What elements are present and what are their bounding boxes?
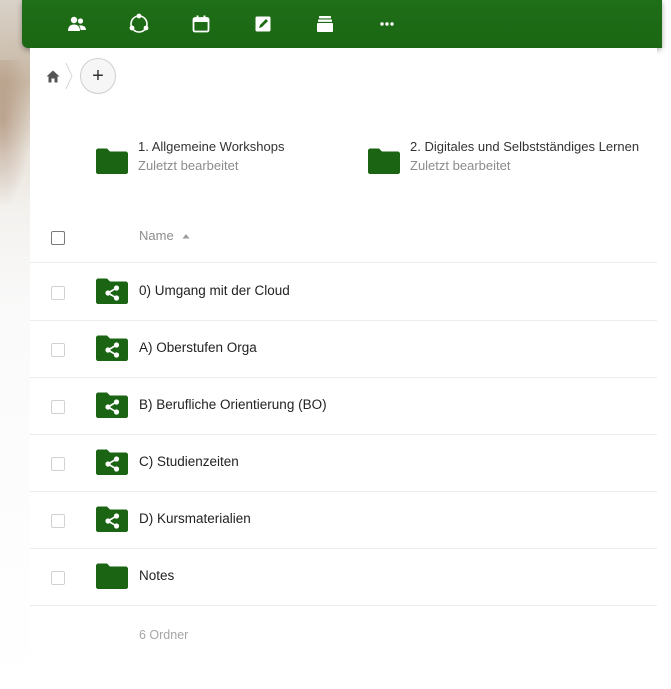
row-checkbox[interactable] xyxy=(51,571,65,585)
table-row[interactable]: 0) Umgang mit der Cloud xyxy=(30,264,657,321)
table-row[interactable]: B) Berufliche Orientierung (BO) xyxy=(30,378,657,435)
row-checkbox[interactable] xyxy=(51,343,65,357)
table-row[interactable]: A) Oberstufen Orga xyxy=(30,321,657,378)
sort-ascending-icon xyxy=(182,232,190,240)
background-photo xyxy=(0,0,30,689)
file-name[interactable]: Notes xyxy=(139,568,174,583)
folder-icon xyxy=(368,148,400,174)
folder-icon xyxy=(96,563,128,589)
files-panel: + 1. Allgemeine Workshops Zuletzt bearbe… xyxy=(30,48,657,689)
new-button[interactable]: + xyxy=(80,58,116,94)
file-name[interactable]: A) Oberstufen Orga xyxy=(139,340,257,355)
row-checkbox[interactable] xyxy=(51,286,65,300)
recent-item-subtitle: Zuletzt bearbeitet xyxy=(138,158,239,173)
file-list: 0) Umgang mit der Cloud A) Oberstufen Or… xyxy=(30,264,657,606)
app-navigation xyxy=(46,0,418,48)
file-name[interactable]: 0) Umgang mit der Cloud xyxy=(139,283,290,298)
row-checkbox[interactable] xyxy=(51,514,65,528)
column-name-header[interactable]: Name xyxy=(139,228,190,243)
shared-folder-icon xyxy=(96,449,128,475)
recent-item-subtitle: Zuletzt bearbeitet xyxy=(410,158,511,173)
right-edge-fade xyxy=(657,48,671,689)
row-checkbox[interactable] xyxy=(51,400,65,414)
deck-icon[interactable] xyxy=(294,0,356,48)
app-header xyxy=(22,0,662,48)
recent-item-name: 2. Digitales und Selbstständiges Lernen xyxy=(410,139,640,154)
row-checkbox[interactable] xyxy=(51,457,65,471)
column-name-label: Name xyxy=(139,228,174,243)
table-row[interactable]: C) Studienzeiten xyxy=(30,435,657,492)
circles-icon[interactable] xyxy=(108,0,170,48)
recent-item[interactable]: 1. Allgemeine Workshops Zuletzt bearbeit… xyxy=(96,138,284,188)
file-name[interactable]: D) Kursmaterialien xyxy=(139,511,251,526)
breadcrumb: + xyxy=(44,58,116,94)
home-icon[interactable] xyxy=(44,67,62,85)
more-icon[interactable] xyxy=(356,0,418,48)
notes-edit-icon[interactable] xyxy=(232,0,294,48)
calendar-icon[interactable] xyxy=(170,0,232,48)
shared-folder-icon xyxy=(96,506,128,532)
file-name[interactable]: B) Berufliche Orientierung (BO) xyxy=(139,397,327,412)
file-name[interactable]: C) Studienzeiten xyxy=(139,454,239,469)
table-row[interactable]: Notes xyxy=(30,549,657,606)
plus-icon: + xyxy=(92,65,104,87)
shared-folder-icon xyxy=(96,278,128,304)
folder-icon xyxy=(96,148,128,174)
select-all-checkbox[interactable] xyxy=(51,231,65,245)
recent-files: 1. Allgemeine Workshops Zuletzt bearbeit… xyxy=(30,138,657,188)
shared-folder-icon xyxy=(96,335,128,361)
breadcrumb-separator-icon xyxy=(62,60,76,92)
folder-count-summary: 6 Ordner xyxy=(139,628,189,642)
contacts-icon[interactable] xyxy=(46,0,108,48)
file-list-header: Name xyxy=(30,212,657,263)
recent-item[interactable]: 2. Digitales und Selbstständiges Lernen … xyxy=(368,138,655,188)
shared-folder-icon xyxy=(96,392,128,418)
recent-item-name: 1. Allgemeine Workshops xyxy=(138,139,285,154)
table-row[interactable]: D) Kursmaterialien xyxy=(30,492,657,549)
